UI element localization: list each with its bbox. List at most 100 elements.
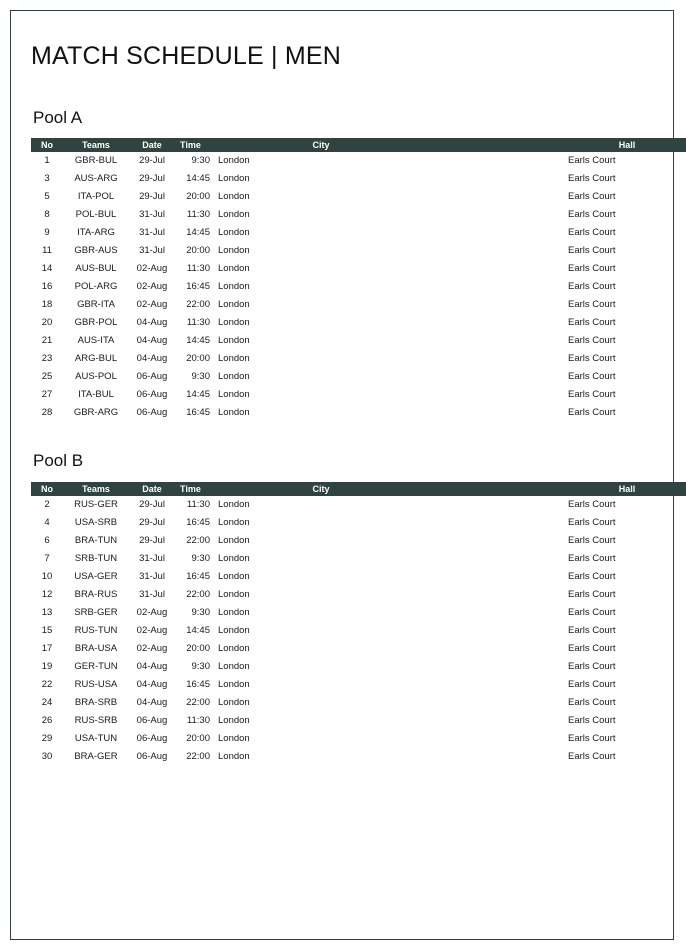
cell-time: 11:30 — [186, 263, 210, 275]
cell-teams: GBR-ITA — [77, 299, 115, 311]
cell-time: 9:30 — [191, 606, 211, 618]
cell-no: 19 — [41, 660, 53, 672]
cell-date: 29-Jul — [139, 498, 165, 510]
cell-teams: POL-BUL — [75, 209, 117, 221]
cell-date: 04-Aug — [136, 660, 168, 672]
table-row: 12 BRA-RUS 31-Jul 22:00 London Earls Court — [31, 586, 686, 604]
cell-teams: GBR-BUL — [74, 155, 118, 167]
cell-date: 29-Jul — [139, 173, 165, 185]
cell-time: 11:30 — [186, 209, 210, 221]
table-row: 17 BRA-USA 02-Aug 20:00 London Earls Court — [31, 640, 686, 658]
cell-hall: Earls Court — [568, 263, 616, 275]
cell-teams: GBR-AUS — [74, 245, 118, 257]
cell-hall: Earls Court — [568, 516, 616, 528]
cell-no: 24 — [41, 696, 53, 708]
pool-a-heading: Pool A — [33, 107, 83, 127]
cell-teams: RUS-USA — [74, 678, 118, 690]
cell-time: 14:45 — [186, 624, 210, 636]
cell-no: 10 — [41, 570, 53, 582]
cell-hall: Earls Court — [568, 209, 616, 221]
cell-date: 29-Jul — [139, 155, 165, 167]
cell-hall: Earls Court — [568, 407, 616, 419]
cell-no: 17 — [41, 642, 53, 654]
pool-a-table-header: No Teams Date Time City Hall — [31, 138, 686, 153]
cell-teams: ITA-ARG — [77, 227, 115, 239]
cell-date: 31-Jul — [139, 570, 165, 582]
table-row: 9 ITA-ARG 31-Jul 14:45 London Earls Court — [31, 224, 686, 242]
document-content: MATCH SCHEDULE | MEN Pool A No Teams Dat… — [31, 42, 686, 796]
cell-city: London — [218, 642, 250, 654]
cell-city: London — [218, 678, 250, 690]
cell-hall: Earls Court — [568, 498, 616, 510]
cell-no: 11 — [42, 245, 52, 257]
cell-city: London — [218, 371, 250, 383]
cell-no: 20 — [41, 317, 53, 329]
column-header-hall: Hall — [510, 481, 686, 496]
cell-date: 06-Aug — [136, 714, 168, 726]
table-row: 22 RUS-USA 04-Aug 16:45 London Earls Court — [31, 676, 686, 694]
cell-city: London — [218, 624, 250, 636]
cell-time: 16:45 — [186, 516, 210, 528]
table-row: 21 AUS-ITA 04-Aug 14:45 London Earls Court — [31, 332, 686, 350]
table-header-row: No Teams Date Time City Hall — [31, 481, 686, 496]
cell-teams: SRB-TUN — [74, 552, 118, 564]
cell-teams: AUS-ARG — [74, 173, 118, 185]
cell-hall: Earls Court — [568, 371, 616, 383]
cell-hall: Earls Court — [568, 299, 616, 311]
table-row: 8 POL-BUL 31-Jul 11:30 London Earls Court — [31, 206, 686, 224]
cell-time: 11:30 — [186, 714, 210, 726]
cell-teams: ARG-BUL — [74, 353, 118, 365]
cell-time: 11:30 — [186, 317, 210, 329]
table-row: 14 AUS-BUL 02-Aug 11:30 London Earls Court — [31, 260, 686, 278]
cell-time: 22:00 — [186, 696, 210, 708]
column-header-time: Time — [173, 138, 214, 153]
cell-date: 31-Jul — [139, 552, 165, 564]
cell-city: London — [218, 660, 250, 672]
cell-no: 4 — [44, 516, 50, 528]
cell-date: 02-Aug — [136, 606, 168, 618]
cell-date: 04-Aug — [136, 317, 168, 329]
cell-no: 30 — [41, 750, 53, 762]
cell-city: London — [218, 353, 250, 365]
cell-teams: BRA-TUN — [74, 534, 118, 546]
table-row: 6 BRA-TUN 29-Jul 22:00 London Earls Court — [31, 532, 686, 550]
cell-time: 9:30 — [191, 660, 211, 672]
cell-city: London — [218, 281, 250, 293]
cell-no: 27 — [41, 389, 53, 401]
pool-b-schedule-table: No Teams Date Time City Hall 2 RUS-GER 29-… — [31, 481, 686, 766]
cell-city: London — [218, 299, 250, 311]
cell-hall: Earls Court — [568, 624, 616, 636]
cell-time: 20:00 — [186, 732, 210, 744]
cell-no: 3 — [44, 173, 50, 185]
cell-date: 06-Aug — [136, 407, 168, 419]
cell-date: 06-Aug — [136, 389, 168, 401]
table-row: 5 ITA-POL 29-Jul 20:00 London Earls Court — [31, 188, 686, 206]
cell-time: 16:45 — [186, 570, 210, 582]
column-header-city: City — [214, 138, 510, 153]
cell-teams: RUS-TUN — [74, 624, 118, 636]
cell-no: 8 — [44, 209, 50, 221]
cell-no: 28 — [41, 407, 53, 419]
column-header-date: Date — [131, 138, 173, 153]
cell-city: London — [218, 155, 250, 167]
cell-teams: BRA-USA — [74, 642, 118, 654]
cell-no: 9 — [44, 227, 50, 239]
cell-hall: Earls Court — [568, 678, 616, 690]
column-header-city: City — [214, 481, 510, 496]
cell-no: 26 — [41, 714, 53, 726]
cell-hall: Earls Court — [568, 389, 616, 401]
cell-city: London — [218, 714, 250, 726]
cell-date: 04-Aug — [136, 696, 168, 708]
table-row: 27 ITA-BUL 06-Aug 14:45 London Earls Court — [31, 386, 686, 404]
column-header-teams: Teams — [61, 138, 131, 153]
cell-time: 14:45 — [186, 335, 210, 347]
cell-city: London — [218, 245, 250, 257]
table-row: 4 USA-SRB 29-Jul 16:45 London Earls Court — [31, 514, 686, 532]
page-title: MATCH SCHEDULE | MEN — [31, 42, 342, 70]
cell-no: 23 — [41, 353, 53, 365]
cell-time: 20:00 — [186, 353, 210, 365]
cell-hall: Earls Court — [568, 191, 616, 203]
cell-time: 22:00 — [186, 750, 210, 762]
cell-time: 20:00 — [186, 191, 210, 203]
cell-date: 31-Jul — [139, 227, 165, 239]
